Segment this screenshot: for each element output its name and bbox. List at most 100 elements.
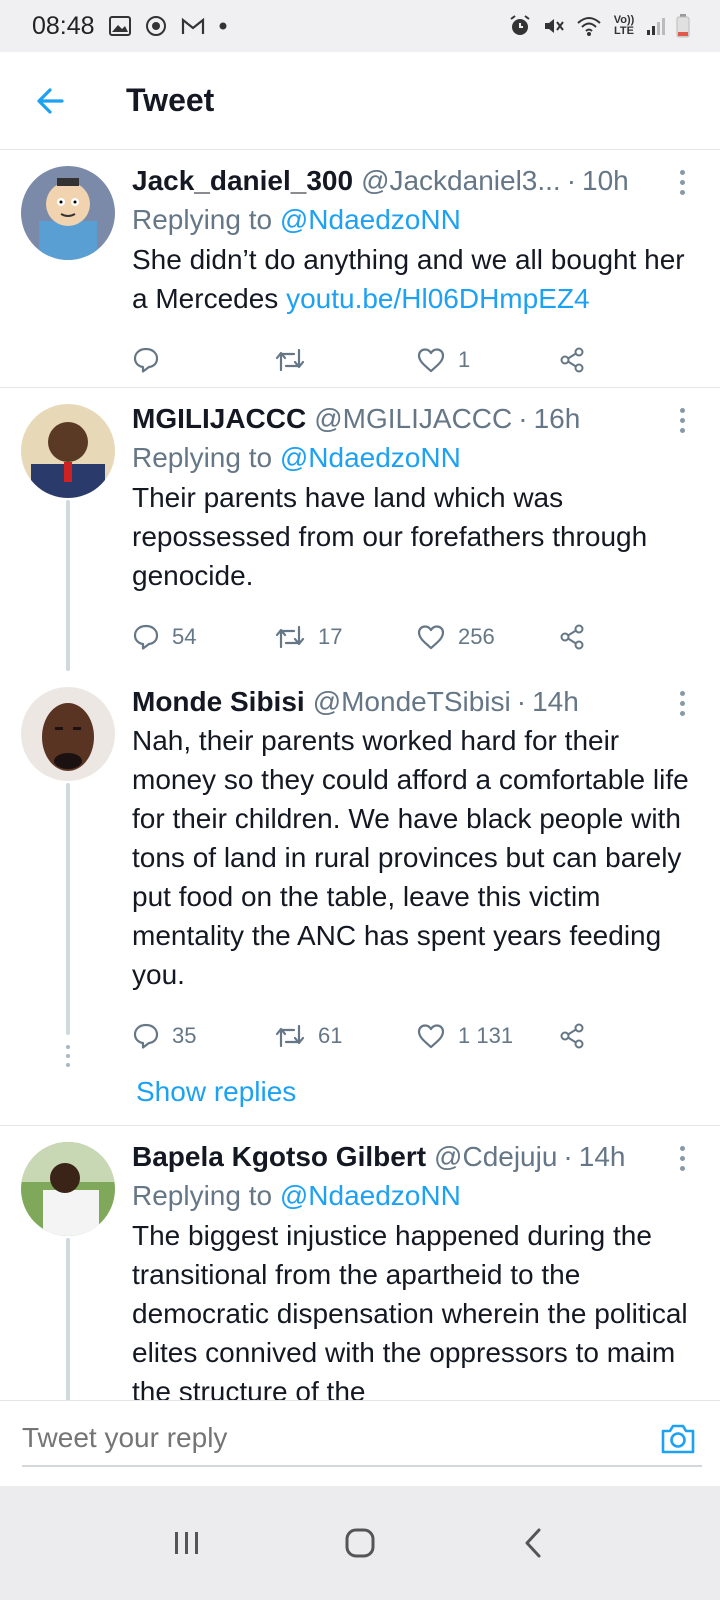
tweet-item[interactable]: Jack_daniel_300 @Jackdaniel3... · 10h Re… bbox=[0, 150, 720, 388]
tweet-link[interactable]: youtu.be/Hl06DHmpEZ4 bbox=[286, 283, 589, 314]
reply-icon bbox=[133, 624, 159, 650]
reply-icon bbox=[133, 347, 159, 373]
tweet-item[interactable]: Monde Sibisi @MondeTSibisi · 14h Nah, th… bbox=[0, 671, 720, 1126]
tweet-actions: 1 bbox=[132, 324, 700, 396]
tweet-text: She didn’t do anything and we all bought… bbox=[132, 244, 685, 314]
replying-label: Replying to bbox=[132, 1180, 273, 1211]
reply-icon bbox=[133, 1023, 159, 1049]
tweet-text: The biggest injustice happened during th… bbox=[132, 1220, 688, 1407]
tweet-text: Their parents have land which was reposs… bbox=[132, 482, 648, 591]
tweet-item[interactable]: Bapela Kgotso Gilbert @Cdejuju · 14h Rep… bbox=[0, 1126, 720, 1428]
tweet-time: 10h bbox=[582, 165, 629, 196]
alarm-icon bbox=[508, 14, 532, 38]
wifi-icon bbox=[576, 15, 602, 37]
retweet-count: 61 bbox=[318, 1023, 343, 1048]
replying-label: Replying to bbox=[132, 204, 273, 235]
like-count: 256 bbox=[458, 624, 495, 649]
share-button[interactable] bbox=[558, 346, 586, 374]
retweet-button[interactable]: 17 bbox=[274, 623, 416, 651]
user-handle[interactable]: @Jackdaniel3... bbox=[361, 162, 561, 200]
tweet-header: Jack_daniel_300 @Jackdaniel3... · 10h bbox=[132, 162, 700, 200]
system-navigation-bar bbox=[0, 1486, 720, 1600]
tweet-actions: 35 61 1 131 bbox=[132, 1000, 700, 1072]
retweet-button[interactable] bbox=[274, 346, 416, 374]
more-options-button[interactable] bbox=[670, 1142, 694, 1174]
tweet-header: MGILIJACCC @MGILIJACCC · 16h bbox=[132, 400, 700, 438]
more-options-button[interactable] bbox=[670, 687, 694, 719]
retweet-icon bbox=[275, 1024, 305, 1048]
notification-dot-icon bbox=[219, 22, 227, 30]
tweet-time: 14h bbox=[532, 686, 579, 717]
battery-icon bbox=[676, 14, 690, 38]
show-replies-link[interactable]: Show replies bbox=[132, 1072, 296, 1126]
share-icon bbox=[560, 1023, 584, 1049]
replying-to: Replying to @NdaedzoNN bbox=[132, 438, 700, 478]
tweet-time: 16h bbox=[533, 403, 581, 434]
thread-continuation-dots bbox=[66, 1045, 70, 1067]
home-button[interactable] bbox=[330, 1513, 390, 1573]
app-bar: Tweet bbox=[0, 52, 720, 150]
tweet-text: Nah, their parents worked hard for their… bbox=[132, 725, 689, 990]
display-name[interactable]: Bapela Kgotso Gilbert bbox=[132, 1138, 426, 1176]
tweet-reply-input[interactable] bbox=[22, 1411, 702, 1467]
user-handle[interactable]: @MGILIJACCC bbox=[314, 400, 512, 438]
camera-button[interactable] bbox=[658, 1419, 698, 1459]
sync-icon bbox=[145, 15, 167, 37]
recent-apps-icon bbox=[174, 1532, 198, 1554]
share-button[interactable] bbox=[558, 623, 586, 651]
gmail-icon bbox=[181, 17, 205, 35]
replying-label: Replying to bbox=[132, 442, 273, 473]
avatar[interactable] bbox=[21, 166, 115, 260]
reply-button[interactable]: 54 bbox=[132, 623, 274, 651]
more-options-button[interactable] bbox=[670, 404, 694, 436]
retweet-count: 17 bbox=[318, 624, 343, 649]
display-name[interactable]: MGILIJACCC bbox=[132, 400, 306, 438]
gallery-icon bbox=[108, 16, 131, 36]
tweet-item[interactable]: MGILIJACCC @MGILIJACCC · 16h Replying to… bbox=[0, 388, 720, 671]
mention-link[interactable]: @NdaedzoNN bbox=[280, 204, 461, 235]
user-handle[interactable]: @Cdejuju bbox=[434, 1138, 557, 1176]
chevron-left-icon bbox=[525, 1528, 541, 1558]
camera-icon bbox=[661, 1424, 695, 1454]
share-icon bbox=[560, 624, 584, 650]
display-name[interactable]: Jack_daniel_300 bbox=[132, 162, 353, 200]
avatar[interactable] bbox=[21, 687, 115, 781]
tweet-actions: 54 17 256 bbox=[132, 601, 700, 673]
retweet-icon bbox=[275, 625, 305, 649]
recent-apps-button[interactable] bbox=[157, 1513, 217, 1573]
like-button[interactable]: 256 bbox=[416, 623, 558, 651]
like-button[interactable]: 1 bbox=[416, 346, 558, 374]
heart-icon bbox=[417, 348, 445, 373]
tweet-time: 14h bbox=[578, 1141, 626, 1172]
share-button[interactable] bbox=[558, 1022, 586, 1050]
like-button[interactable]: 1 131 bbox=[416, 1022, 558, 1050]
avatar[interactable] bbox=[21, 1142, 115, 1236]
more-options-button[interactable] bbox=[670, 166, 694, 198]
home-icon bbox=[345, 1528, 375, 1558]
replying-to: Replying to @NdaedzoNN bbox=[132, 1176, 700, 1216]
user-handle[interactable]: @MondeTSibisi bbox=[313, 683, 511, 721]
lte-label: Vo)) LTE bbox=[613, 14, 635, 37]
back-button[interactable] bbox=[10, 52, 90, 150]
retweet-button[interactable]: 61 bbox=[274, 1022, 416, 1050]
reply-button[interactable] bbox=[132, 346, 274, 374]
retweet-icon bbox=[275, 348, 305, 372]
status-time: 08:48 bbox=[32, 11, 95, 40]
reply-button[interactable]: 35 bbox=[132, 1022, 274, 1050]
mention-link[interactable]: @NdaedzoNN bbox=[280, 1180, 461, 1211]
mention-link[interactable]: @NdaedzoNN bbox=[280, 442, 461, 473]
tweet-header: Monde Sibisi @MondeTSibisi · 14h bbox=[132, 683, 700, 721]
status-bar: 08:48 Vo)) LTE bbox=[0, 0, 720, 52]
back-arrow-icon bbox=[37, 87, 64, 114]
signal-icon bbox=[646, 16, 666, 36]
display-name[interactable]: Monde Sibisi bbox=[132, 683, 305, 721]
avatar[interactable] bbox=[21, 404, 115, 498]
like-count: 1 bbox=[458, 347, 471, 372]
back-nav-button[interactable] bbox=[503, 1513, 563, 1573]
tweet-feed[interactable]: Jack_daniel_300 @Jackdaniel3... · 10h Re… bbox=[0, 150, 720, 1428]
thread-line bbox=[66, 783, 70, 1035]
replying-to: Replying to @NdaedzoNN bbox=[132, 200, 700, 240]
tweet-header: Bapela Kgotso Gilbert @Cdejuju · 14h bbox=[132, 1138, 700, 1176]
reply-composer bbox=[0, 1400, 720, 1486]
page-title: Tweet bbox=[126, 82, 215, 118]
